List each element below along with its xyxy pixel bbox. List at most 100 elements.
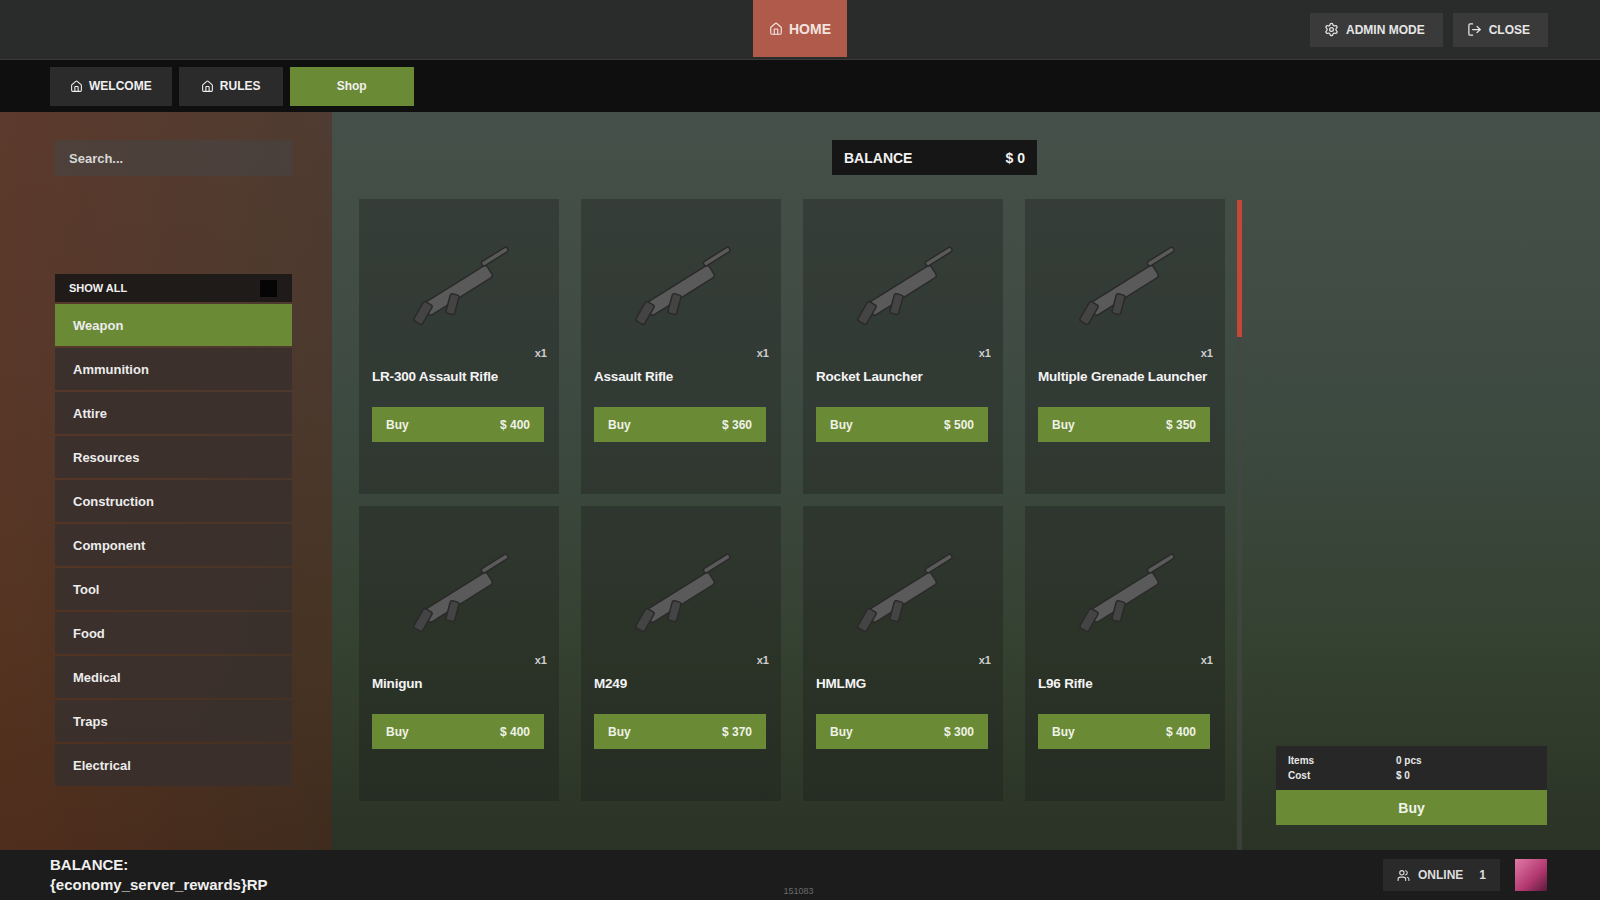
image-frame (816, 227, 991, 347)
product-image: x1 (1038, 534, 1213, 666)
tab[interactable]: RULES (179, 67, 283, 106)
shop-content: BALANCE$ 0 x1 LR-300 Assault Rifle Buy $ 400… (332, 112, 1232, 850)
category-item[interactable]: Weapon (55, 304, 292, 346)
image-frame (816, 534, 991, 654)
category-item[interactable]: Resources (55, 436, 292, 478)
scrollbar[interactable] (1237, 200, 1242, 850)
product-card: x1 LR-300 Assault Rifle Buy $ 400 (359, 199, 559, 494)
buy-label: Buy (386, 418, 409, 432)
product-card: x1HMLMGBuy$ 300 (803, 506, 1003, 801)
price: $ 350 (1166, 418, 1196, 432)
buy-button[interactable]: Buy$ 370 (594, 714, 766, 749)
cart-summary: Items0 pcsCost$ 0 (1276, 746, 1547, 790)
cart-column: Items0 pcsCost$ 0Buy (1242, 112, 1600, 850)
category-item[interactable]: Traps (55, 700, 292, 742)
product-card: x1 L96 Rifle Buy$ 400 (1025, 506, 1225, 801)
tab[interactable]: WELCOME (50, 67, 172, 106)
category-item[interactable]: Medical (55, 656, 292, 698)
search-input[interactable] (55, 140, 292, 176)
close-button[interactable]: CLOSE (1453, 13, 1548, 47)
price: $ 400 (500, 418, 530, 432)
product-image: x1 (372, 534, 547, 666)
home-icon (201, 80, 214, 93)
online-count: 1 (1479, 868, 1486, 882)
weapon-icon (844, 242, 964, 332)
category-item[interactable]: Construction (55, 480, 292, 522)
footer: BALANCE:{economy_server_rewards}RP151083… (0, 850, 1600, 900)
weapon-icon (844, 549, 964, 639)
product-image: x1 (594, 534, 769, 666)
footer-right: ONLINE 1 (814, 859, 1547, 891)
product-name: LR-300 Assault Rifle (372, 369, 547, 389)
buy-button[interactable]: Buy$ 500 (816, 407, 988, 442)
shop-window: HOMEADMIN MODECLOSEWELCOMERULESShopSHOW … (0, 0, 1600, 900)
category-item[interactable]: Food (55, 612, 292, 654)
product-name: L96 Rifle (1038, 676, 1213, 696)
product-quantity: x1 (979, 347, 991, 359)
product-quantity: x1 (757, 654, 769, 666)
category-item[interactable]: Tool (55, 568, 292, 610)
category-item[interactable]: Component (55, 524, 292, 566)
buy-button[interactable]: Buy$ 400 (372, 714, 544, 749)
balance-box: BALANCE$ 0 (832, 140, 1037, 175)
product-quantity: x1 (1201, 347, 1213, 359)
footer-balance: BALANCE:{economy_server_rewards}RP (50, 855, 783, 895)
buy-label: Buy (386, 725, 409, 739)
right-column: Items0 pcsCost$ 0Buy (1232, 112, 1600, 850)
product-quantity: x1 (535, 347, 547, 359)
cart-cost-value: $ 0 (1396, 770, 1535, 781)
product-name: M249 (594, 676, 769, 696)
cart-items-value: 0 pcs (1396, 755, 1535, 766)
buy-button[interactable]: Buy$ 300 (816, 714, 988, 749)
build-number: 151083 (783, 886, 813, 900)
home-icon (769, 22, 783, 36)
home-button[interactable]: HOME (753, 0, 847, 57)
buy-label: Buy (1052, 418, 1075, 432)
category-item[interactable]: Attire (55, 392, 292, 434)
category-item[interactable]: Electrical (55, 744, 292, 786)
category-item[interactable]: Ammunition (55, 348, 292, 390)
product-image: x1 (372, 227, 547, 359)
tab[interactable]: Shop (290, 67, 414, 106)
product-image: x1 (1038, 227, 1213, 359)
product-card: x1 M249 Buy$ 370 (581, 506, 781, 801)
cart-items-label: Items (1288, 755, 1396, 766)
footer-balance-label: BALANCE: (50, 855, 783, 875)
users-icon (1397, 869, 1410, 882)
tab-bar: WELCOMERULESShop (0, 60, 1600, 112)
weapon-icon (1066, 549, 1186, 639)
exit-icon (1467, 22, 1482, 37)
weapon-icon (622, 242, 742, 332)
buy-button[interactable]: Buy$ 400 (1038, 714, 1210, 749)
buy-button[interactable]: Buy$ 360 (594, 407, 766, 442)
product-name: Multiple Grenade Launcher (1038, 369, 1213, 389)
sidebar: SHOW ALLWeaponAmmunitionAttireResourcesC… (0, 112, 332, 850)
avatar[interactable] (1515, 859, 1547, 891)
weapon-icon (400, 549, 520, 639)
image-frame (372, 534, 547, 654)
weapon-icon (622, 549, 742, 639)
online-label: ONLINE (1418, 868, 1463, 882)
top-actions: ADMIN MODE CLOSE (847, 0, 1600, 59)
buy-label: Buy (830, 725, 853, 739)
cart-cost-label: Cost (1288, 770, 1396, 781)
buy-label: Buy (1052, 725, 1075, 739)
price: $ 370 (722, 725, 752, 739)
image-frame (594, 227, 769, 347)
image-frame (1038, 227, 1213, 347)
show-all-row[interactable]: SHOW ALL (55, 274, 292, 302)
image-frame (372, 227, 547, 347)
admin-mode-button[interactable]: ADMIN MODE (1310, 13, 1443, 47)
show-all-checkbox[interactable] (260, 280, 277, 297)
weapon-icon (400, 242, 520, 332)
product-card: x1Assault RifleBuy$ 360 (581, 199, 781, 494)
cart-buy-button[interactable]: Buy (1276, 790, 1547, 825)
buy-button[interactable]: Buy $ 400 (372, 407, 544, 442)
buy-button[interactable]: Buy $ 350 (1038, 407, 1210, 442)
top-bar: HOME ADMIN MODE CLOSE (0, 0, 1600, 60)
product-card: x1Rocket LauncherBuy$ 500 (803, 199, 1003, 494)
image-frame (1038, 534, 1213, 654)
main-area: SHOW ALLWeaponAmmunitionAttireResourcesC… (0, 112, 1600, 850)
scrollbar-thumb[interactable] (1237, 200, 1242, 337)
product-card: x1MinigunBuy$ 400 (359, 506, 559, 801)
